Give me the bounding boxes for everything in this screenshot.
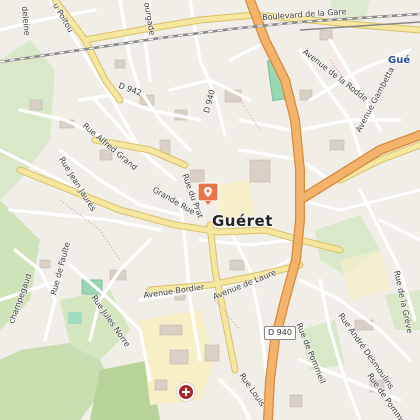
road-shield-d940: D 940	[264, 326, 296, 340]
city-label: Guéret	[212, 212, 273, 230]
map-base	[0, 0, 420, 420]
city-label-partial: Gué	[388, 55, 411, 66]
location-pin-icon[interactable]	[197, 182, 219, 206]
road-label-top-left: deleine	[20, 5, 32, 36]
map-canvas[interactable]: Boulevard de la Gare Gué deleine u Poito…	[0, 0, 420, 420]
hospital-cross-icon[interactable]	[177, 383, 195, 401]
